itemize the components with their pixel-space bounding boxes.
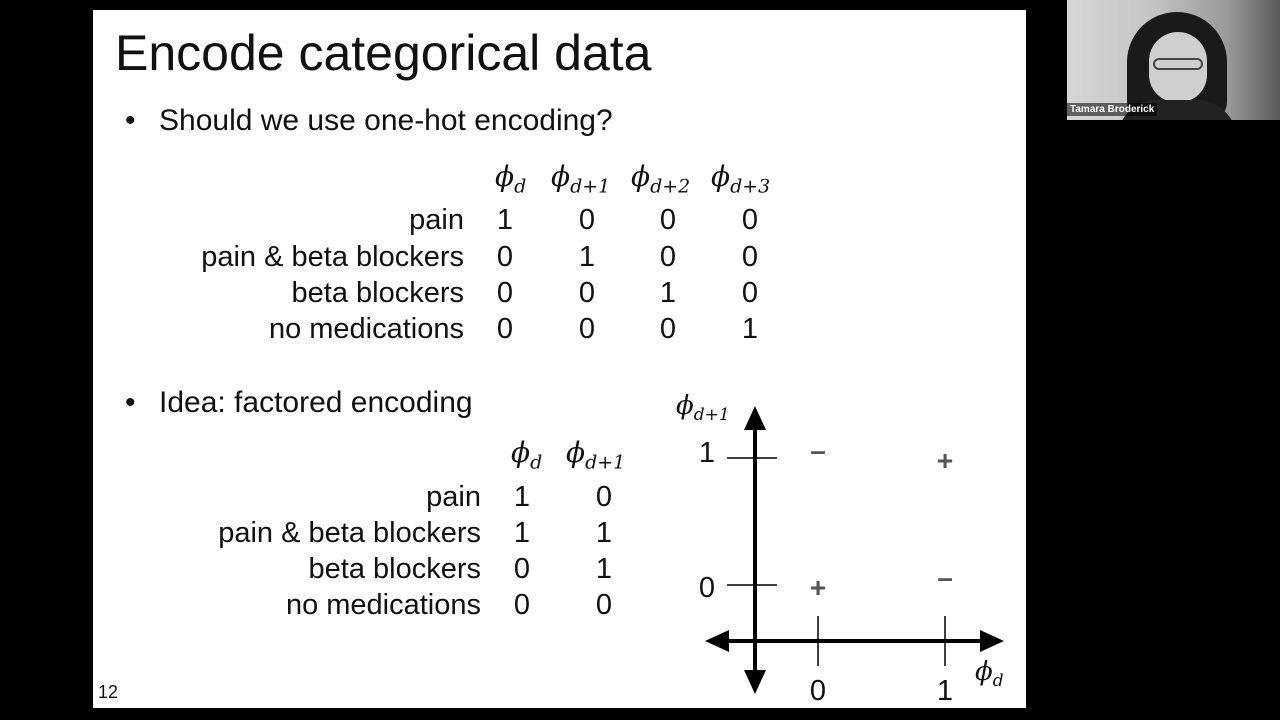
y-axis-arrow-down: [744, 670, 766, 694]
minus-mark: –: [937, 562, 953, 593]
y-axis-arrow-up: [744, 406, 766, 430]
minus-mark: –: [810, 435, 826, 466]
x-tick-label: 1: [937, 675, 953, 707]
plus-mark: +: [810, 572, 826, 603]
participant-video-tile[interactable]: Tamara Broderick: [1067, 0, 1280, 120]
y-axis-title: ϕd+1: [676, 391, 730, 425]
plot-marks: – + + –: [810, 435, 953, 603]
participant-name-label: Tamara Broderick: [1067, 103, 1158, 116]
slide: Encode categorical data • Should we use o…: [93, 10, 1026, 708]
x-tick-label: 0: [810, 675, 826, 707]
x-axis-title: ϕd: [975, 657, 1004, 691]
y-tick-label: 1: [699, 437, 715, 469]
factored-axes-plot: 1 0 0 1 ϕd+1 ϕd – + + –: [676, 391, 1004, 707]
x-axis-arrow-left: [705, 630, 729, 652]
participant-glasses: [1153, 58, 1203, 70]
x-axis-arrow-right: [980, 630, 1004, 652]
slide-number: 12: [98, 682, 119, 702]
y-tick-label: 0: [699, 572, 715, 604]
plus-mark: +: [937, 445, 953, 476]
